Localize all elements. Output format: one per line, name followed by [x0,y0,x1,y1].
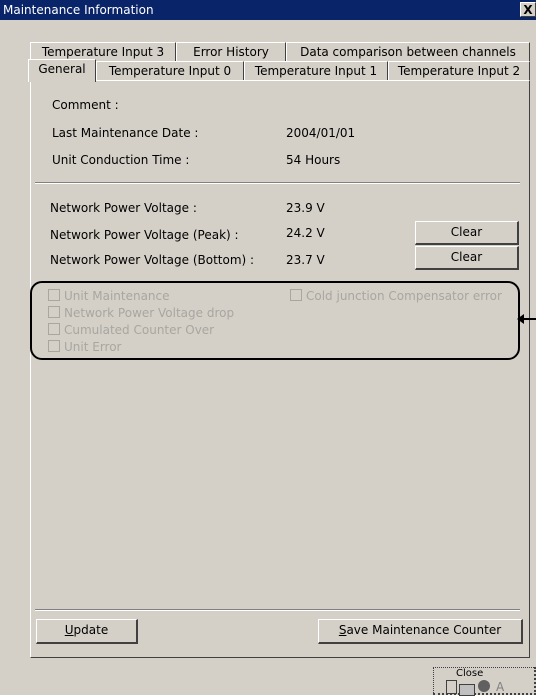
save-button-label: ave Maintenance Counter [346,623,502,637]
tab-temperature-input-1[interactable]: Temperature Input 1 [244,61,388,80]
network-power-voltage-bottom-value: 23.7 V [286,253,325,267]
unit-conduction-time-label: Unit Conduction Time : [52,153,190,167]
highlight-callout [30,281,520,360]
close-window-button[interactable]: X [520,2,536,17]
taskbar-window-icon [446,680,457,694]
update-button[interactable]: Update [36,619,138,644]
tab-data-comparison[interactable]: Data comparison between channels [286,42,530,61]
network-power-voltage-label: Network Power Voltage : [50,201,197,215]
window-left-edge [0,20,10,695]
network-power-voltage-peak-label: Network Power Voltage (Peak) : [50,228,239,242]
tab-temperature-input-2[interactable]: Temperature Input 2 [388,61,530,80]
close-button-label: Close [456,668,484,679]
maintenance-window: Maintenance Information X Temperature In… [0,0,536,696]
title-bar[interactable]: Maintenance Information X [0,0,536,20]
network-power-voltage-peak-value: 24.2 V [286,226,325,240]
last-maintenance-date-value: 2004/01/01 [286,126,356,140]
clear-peak-button[interactable]: Clear [415,221,519,245]
printer-icon [459,684,475,696]
last-maintenance-date-label: Last Maintenance Date : [52,126,199,140]
clear-bottom-button[interactable]: Clear [415,246,519,270]
tab-temperature-input-0[interactable]: Temperature Input 0 [96,61,244,80]
font-a-icon: A [496,680,505,694]
globe-icon [478,680,490,692]
unit-conduction-time-value: 54 Hours [286,153,341,167]
update-accelerator: U [64,623,74,637]
tab-general[interactable]: General [28,59,96,82]
bottom-divider [35,609,520,611]
network-power-voltage-bottom-label: Network Power Voltage (Bottom) : [50,253,255,267]
window-title: Maintenance Information [3,3,154,17]
network-power-voltage-value: 23.9 V [286,201,325,215]
comment-label: Comment : [52,98,119,112]
section-divider [35,182,520,184]
callout-arrowhead-icon [517,314,524,324]
save-maintenance-counter-button[interactable]: Save Maintenance Counter [318,619,523,644]
update-button-label: pdate [73,623,109,637]
tab-error-history[interactable]: Error History [176,42,286,61]
